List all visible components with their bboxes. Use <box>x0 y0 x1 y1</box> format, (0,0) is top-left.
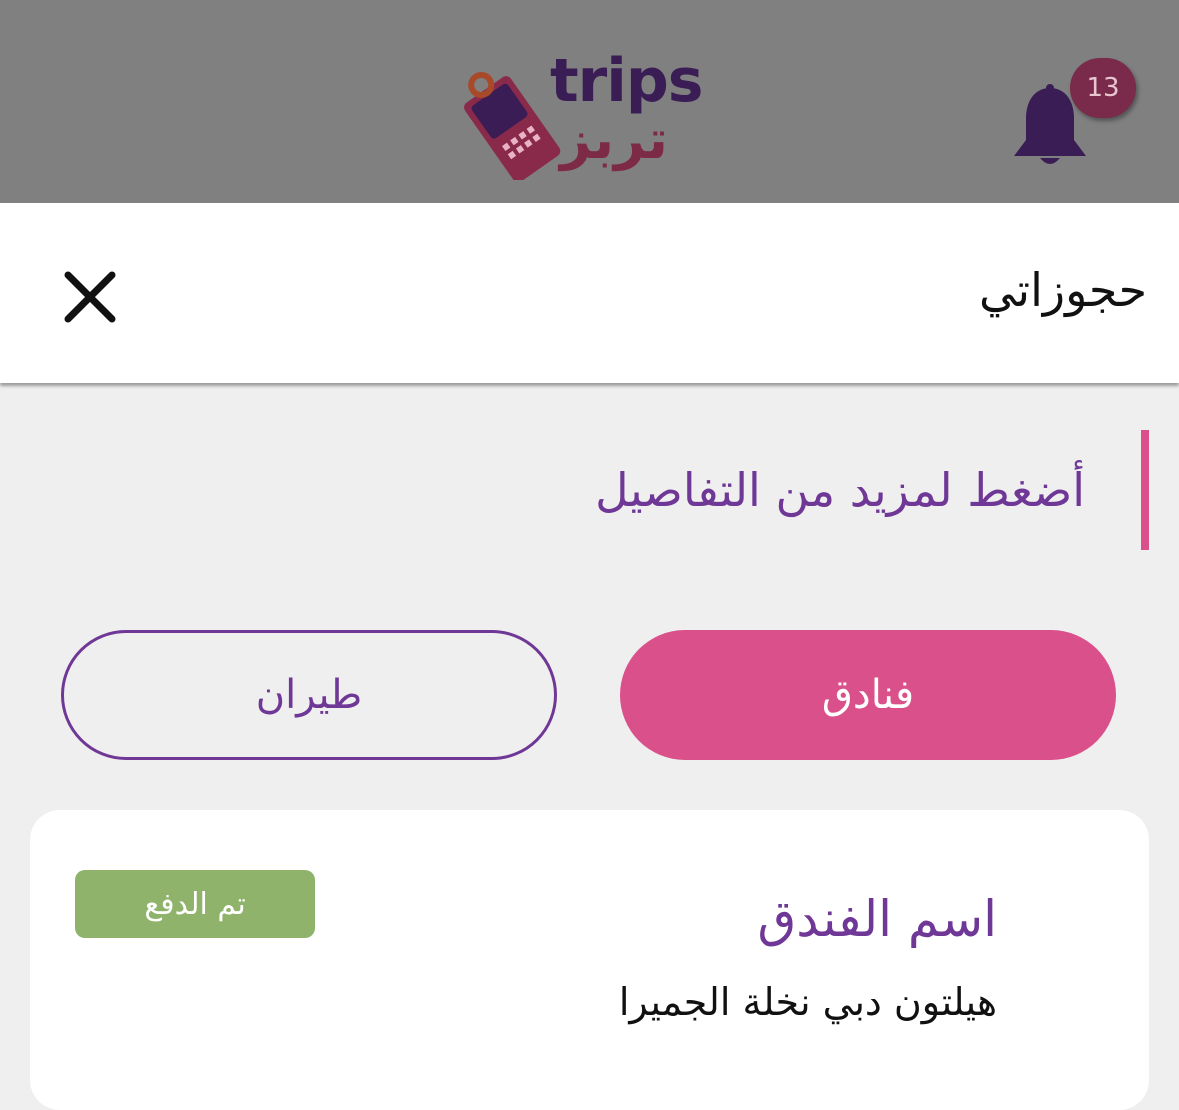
hotel-name-value: هيلتون دبي نخلة الجميرا <box>618 980 997 1024</box>
notification-badge[interactable]: 13 <box>1070 58 1136 118</box>
booking-card[interactable]: تم الدفع اسم الفندق هيلتون دبي نخلة الجم… <box>30 810 1149 1110</box>
page-title: حجوزاتي <box>978 263 1147 317</box>
details-hint-text: أضغط لمزيد من التفاصيل <box>595 463 1085 517</box>
status-badge: تم الدفع <box>75 870 315 938</box>
page-header: حجوزاتي <box>0 203 1179 383</box>
tab-hotels[interactable]: فنادق <box>620 630 1116 760</box>
tab-flights[interactable]: طيران <box>61 630 557 760</box>
logo-text-en: trips <box>550 46 703 116</box>
trips-logo: trips تربز <box>452 46 703 180</box>
hotel-name-label: اسم الفندق <box>757 890 997 948</box>
top-bar: trips تربز 13 <box>0 0 1179 203</box>
close-icon[interactable] <box>62 269 118 325</box>
logo-text-ar: تربز <box>560 108 668 171</box>
details-hint[interactable]: أضغط لمزيد من التفاصيل <box>595 430 1149 550</box>
